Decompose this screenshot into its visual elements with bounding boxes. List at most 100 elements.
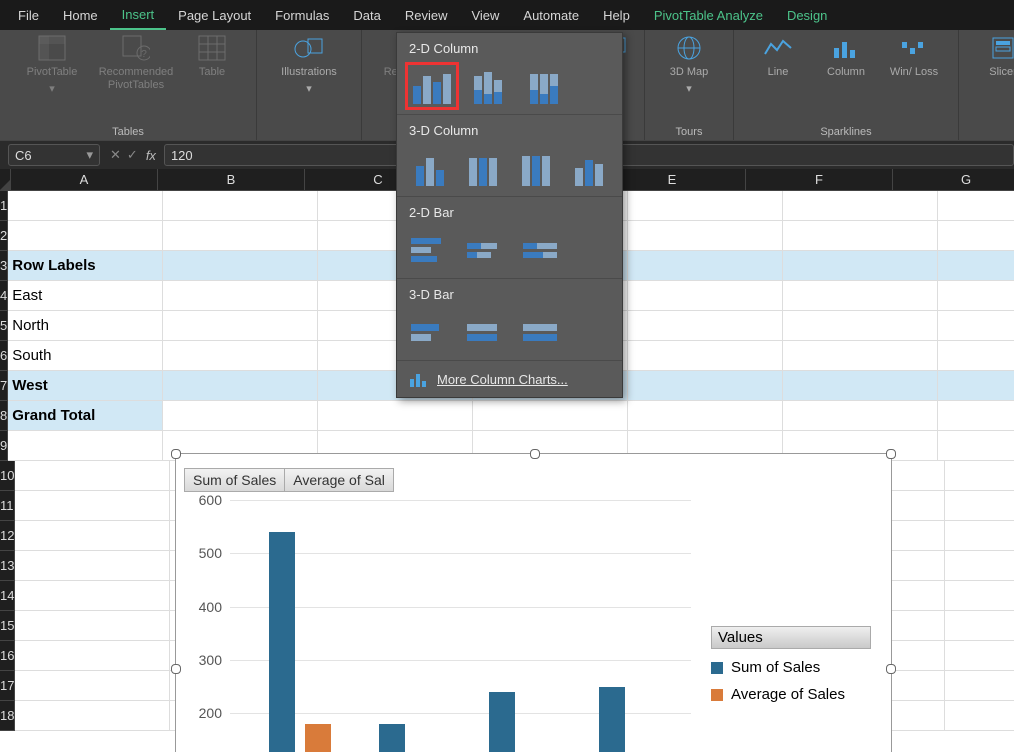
row-header[interactable]: 12	[0, 521, 15, 551]
stacked-column-option[interactable]	[465, 66, 511, 106]
cell[interactable]	[945, 671, 1014, 701]
row-header[interactable]: 6	[0, 341, 8, 371]
cell[interactable]	[628, 191, 783, 221]
cell[interactable]: South	[8, 341, 163, 371]
column-header[interactable]: F	[746, 169, 893, 191]
cell[interactable]	[8, 191, 163, 221]
100-stacked-column-option[interactable]	[521, 66, 567, 106]
cell[interactable]	[783, 251, 938, 281]
row-header[interactable]: 9	[0, 431, 8, 461]
column-header[interactable]: A	[11, 169, 158, 191]
cell[interactable]	[15, 611, 170, 641]
recommended-pivottables-button[interactable]: ? Recommended PivotTables	[98, 34, 174, 92]
row-header[interactable]: 15	[0, 611, 15, 641]
cell[interactable]	[783, 221, 938, 251]
menu-page-layout[interactable]: Page Layout	[166, 0, 263, 30]
row-header[interactable]: 3	[0, 251, 8, 281]
cancel-formula-icon[interactable]: ✕	[110, 147, 121, 163]
cell[interactable]	[163, 311, 318, 341]
chart-field-button[interactable]: Average of Sal	[285, 468, 394, 492]
cell[interactable]: of Sales	[938, 251, 1014, 281]
cell[interactable]	[15, 491, 170, 521]
cell[interactable]	[628, 311, 783, 341]
cell[interactable]	[163, 401, 318, 431]
cell[interactable]	[945, 521, 1014, 551]
3d-100-stacked-bar-option[interactable]	[521, 312, 567, 352]
cell[interactable]	[628, 371, 783, 401]
cell[interactable]: Grand Total	[8, 401, 163, 431]
row-header[interactable]: 10	[0, 461, 15, 491]
cell[interactable]	[628, 281, 783, 311]
row-header[interactable]: 5	[0, 311, 8, 341]
cell[interactable]	[938, 191, 1014, 221]
cell[interactable]	[938, 431, 1014, 461]
cell[interactable]	[628, 251, 783, 281]
name-box[interactable]: C6 ▾	[8, 144, 100, 166]
slicer-button[interactable]: Slicer	[973, 34, 1014, 79]
cell[interactable]	[945, 641, 1014, 671]
resize-handle[interactable]	[171, 664, 181, 674]
cell[interactable]	[945, 611, 1014, 641]
row-header[interactable]: 14	[0, 581, 15, 611]
menu-help[interactable]: Help	[591, 0, 642, 30]
sparkline-column-button[interactable]: Column	[816, 34, 876, 79]
menu-home[interactable]: Home	[51, 0, 110, 30]
resize-handle[interactable]	[530, 449, 540, 459]
row-header[interactable]: 4	[0, 281, 8, 311]
cell[interactable]	[783, 401, 938, 431]
chart-legend[interactable]: Values Sum of Sales Average of Sales	[711, 626, 871, 703]
menu-formulas[interactable]: Formulas	[263, 0, 341, 30]
menu-file[interactable]: File	[6, 0, 51, 30]
row-header[interactable]: 17	[0, 671, 15, 701]
cell[interactable]	[15, 521, 170, 551]
enter-formula-icon[interactable]: ✓	[127, 147, 138, 163]
column-header[interactable]: G	[893, 169, 1014, 191]
cell[interactable]	[163, 251, 318, 281]
fx-icon[interactable]: fx	[146, 148, 156, 163]
cell[interactable]: 110	[938, 341, 1014, 371]
100-stacked-bar-option[interactable]	[521, 230, 567, 270]
chart-bar[interactable]	[489, 692, 515, 752]
cell[interactable]	[473, 401, 628, 431]
cell[interactable]	[628, 221, 783, 251]
3d-clustered-bar-option[interactable]	[409, 312, 455, 352]
cell[interactable]	[163, 341, 318, 371]
cell[interactable]: Row Labels	[8, 251, 163, 281]
chart-bar[interactable]	[599, 687, 625, 752]
clustered-bar-option[interactable]	[409, 230, 455, 270]
cell[interactable]: 3.3333333	[938, 281, 1014, 311]
row-header[interactable]: 8	[0, 401, 8, 431]
column-header[interactable]: B	[158, 169, 305, 191]
cell[interactable]	[15, 461, 170, 491]
3d-stacked-column-option[interactable]	[462, 148, 505, 188]
select-all-corner[interactable]	[0, 169, 11, 191]
cell[interactable]	[945, 701, 1014, 731]
cell[interactable]	[15, 701, 170, 731]
cell[interactable]	[15, 671, 170, 701]
table-button[interactable]: Table	[182, 34, 242, 79]
chart-field-button[interactable]: Sum of Sales	[184, 468, 285, 492]
cell[interactable]: West	[8, 371, 163, 401]
cell[interactable]	[8, 221, 163, 251]
resize-handle[interactable]	[886, 449, 896, 459]
row-header[interactable]: 18	[0, 701, 15, 731]
cell[interactable]	[938, 221, 1014, 251]
more-column-charts-button[interactable]: More Column Charts...	[397, 361, 622, 397]
chart-bar[interactable]	[379, 724, 405, 752]
cell[interactable]	[628, 341, 783, 371]
cell[interactable]	[783, 341, 938, 371]
menu-insert[interactable]: Insert	[110, 0, 167, 30]
cell[interactable]	[783, 191, 938, 221]
clustered-column-option[interactable]	[409, 66, 455, 106]
cell[interactable]	[783, 311, 938, 341]
3d-100-stacked-column-option[interactable]	[515, 148, 558, 188]
cell[interactable]	[945, 581, 1014, 611]
menu-view[interactable]: View	[459, 0, 511, 30]
menu-data[interactable]: Data	[341, 0, 392, 30]
embedded-chart[interactable]: Sum of Sales Average of Sal 010020030040…	[175, 453, 892, 752]
resize-handle[interactable]	[171, 449, 181, 459]
cell[interactable]: 160	[938, 311, 1014, 341]
row-header[interactable]: 1	[0, 191, 8, 221]
row-header[interactable]: 11	[0, 491, 15, 521]
cell[interactable]	[945, 491, 1014, 521]
